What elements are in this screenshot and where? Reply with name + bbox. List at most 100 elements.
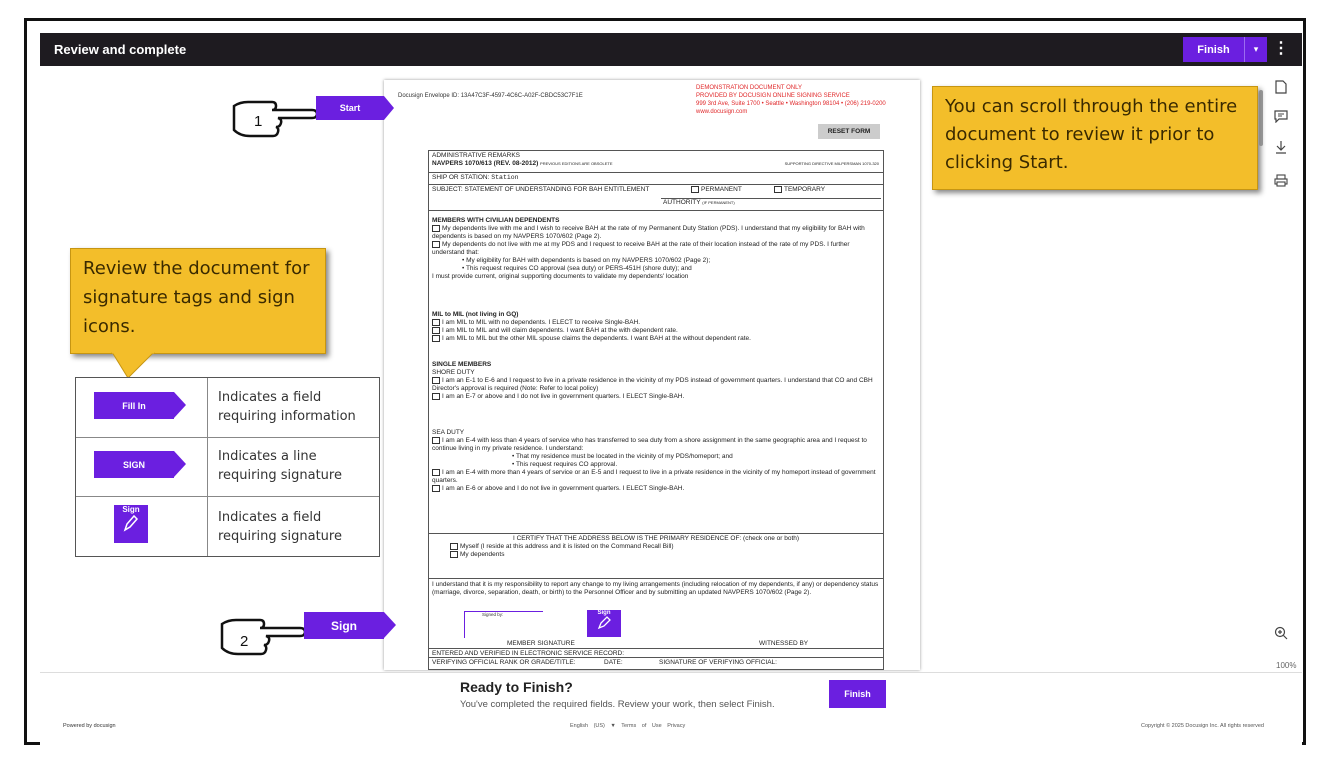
- supporting-directive: SUPPORTING DIRECTIVE MILPERSMAN 1070-320: [784, 161, 879, 166]
- form-code-note: PREVIOUS EDITIONS ARE OBSOLETE: [540, 161, 613, 166]
- pointing-hand-icon: 2: [220, 618, 304, 656]
- option-text: I am MIL to MIL with no dependents. I EL…: [442, 319, 641, 327]
- tag-legend: Fill In Indicates a field requiring info…: [75, 377, 380, 557]
- checkbox[interactable]: [450, 551, 458, 559]
- demo-notice: DEMONSTRATION DOCUMENT ONLY PROVIDED BY …: [696, 84, 920, 116]
- checkbox[interactable]: [432, 485, 440, 493]
- step-number: 2: [240, 633, 248, 650]
- entered-label: ENTERED AND VERIFIED IN ELECTRONIC SERVI…: [429, 649, 883, 658]
- demo-line: PROVIDED BY DOCUSIGN ONLINE SIGNING SERV…: [696, 93, 850, 99]
- bullet-text: • This request requires CO approval.: [512, 461, 618, 469]
- comment-icon[interactable]: [1273, 110, 1289, 126]
- section-single-members: SINGLE MEMBERS SHORE DUTY I am an E-1 to…: [432, 361, 880, 401]
- checkbox[interactable]: [432, 437, 440, 444]
- checkbox[interactable]: [432, 469, 440, 477]
- legend-description: Indicates a line requiring signature: [218, 449, 342, 483]
- option-text: I am an E-4 with less than 4 years of se…: [432, 437, 867, 453]
- checkbox[interactable]: [432, 327, 440, 335]
- checkbox[interactable]: [432, 377, 440, 384]
- verifying-label: VERIFYING OFFICIAL RANK OR GRADE/TITLE:: [432, 659, 576, 666]
- bullet-text: • My eligibility for BAH with dependents…: [462, 257, 711, 265]
- print-icon[interactable]: [1273, 174, 1289, 190]
- finish-button-top[interactable]: Finish: [1183, 37, 1245, 62]
- navpers-form: ADMINISTRATIVE REMARKS NAVPERS 1070/613 …: [428, 150, 884, 670]
- legend-row: SIGN Indicates a line requiring signatur…: [76, 437, 379, 497]
- sign-icon-label: Sign: [122, 505, 140, 514]
- ready-title: Ready to Finish?: [460, 679, 573, 695]
- section-mil-to-mil: MIL to MIL (not living in GQ) I am MIL t…: [432, 311, 880, 344]
- sign-here-icon[interactable]: Sign: [587, 610, 621, 637]
- more-options-icon[interactable]: ⋮: [1273, 39, 1289, 59]
- temporary-label: TEMPORARY: [784, 186, 826, 194]
- signed-by-label: Signed by:: [482, 612, 504, 617]
- date-label: DATE:: [604, 659, 623, 666]
- bullet-text: • That my residence must be located in t…: [512, 453, 733, 461]
- permanent-label: PERMANENT: [701, 186, 742, 194]
- zoom-in-icon[interactable]: [1273, 626, 1289, 642]
- legend-divider: [207, 378, 208, 556]
- signature-field[interactable]: [464, 611, 543, 638]
- option-text: I must provide current, original support…: [432, 273, 689, 281]
- pen-icon: [597, 616, 611, 630]
- option-text: My dependents: [460, 551, 505, 559]
- sign-tag[interactable]: Sign: [304, 612, 396, 639]
- envelope-id: Docusign Envelope ID: 13A47C3F-4597-4C6C…: [398, 93, 583, 99]
- permanent-checkbox[interactable]: [691, 186, 699, 193]
- document-page[interactable]: Docusign Envelope ID: 13A47C3F-4597-4C6C…: [384, 80, 920, 670]
- checkbox[interactable]: [432, 225, 440, 232]
- option-text: I am MIL to MIL and will claim dependent…: [442, 327, 678, 335]
- option-text: I am an E-1 to E-6 and I request to live…: [432, 377, 873, 393]
- certify-text: I CERTIFY THAT THE ADDRESS BELOW IS THE …: [512, 535, 800, 542]
- right-toolbar: [1265, 70, 1299, 680]
- sign-line-tag: SIGN: [94, 451, 186, 478]
- finish-button-bottom[interactable]: Finish: [829, 680, 886, 708]
- section-heading: MIL to MIL (not living in GQ): [432, 311, 519, 318]
- checkbox[interactable]: [432, 393, 440, 401]
- checkbox[interactable]: [450, 543, 458, 550]
- ready-subtitle: You've completed the required fields. Re…: [460, 699, 775, 710]
- form-title: ADMINISTRATIVE REMARKS: [432, 152, 521, 159]
- responsibility-text: I understand that it is my responsibilit…: [432, 581, 879, 596]
- checkbox[interactable]: [432, 241, 440, 249]
- temporary-checkbox[interactable]: [774, 186, 782, 193]
- pen-icon: [123, 514, 139, 532]
- powered-by: Powered by docusign: [63, 723, 116, 729]
- pointing-hand-icon: 1: [232, 100, 316, 138]
- verifying-signature-label: SIGNATURE OF VERIFYING OFFICIAL:: [659, 659, 777, 666]
- copyright: Copyright © 2025 Docusign Inc. All right…: [1141, 723, 1264, 729]
- ship-field[interactable]: Station: [491, 174, 518, 181]
- legend-row: Fill In Indicates a field requiring info…: [76, 378, 379, 438]
- finish-dropdown-button[interactable]: ▾: [1245, 37, 1267, 62]
- step-number: 1: [254, 113, 262, 130]
- section-heading: MEMBERS WITH CIVILIAN DEPENDENTS: [432, 217, 560, 224]
- scroll-callout: You can scroll through the entire docume…: [932, 86, 1258, 190]
- fill-in-tag: Fill In: [94, 392, 186, 419]
- section-sea-duty: SEA DUTY I am an E-4 with less than 4 ye…: [432, 429, 880, 494]
- sign-field-icon: Sign: [114, 505, 148, 543]
- member-signature-label: MEMBER SIGNATURE: [507, 640, 575, 647]
- option-text: Myself (I reside at this address and it …: [460, 543, 674, 551]
- section-heading: SINGLE MEMBERS: [432, 361, 492, 368]
- document-icon[interactable]: [1273, 80, 1289, 96]
- footer-links[interactable]: English (US) ▼ Terms of Use Privacy: [570, 723, 685, 729]
- legend-description: Indicates a field requiring signature: [218, 510, 342, 544]
- reset-form-button[interactable]: RESET FORM: [818, 124, 880, 139]
- zoom-level: 100%: [1276, 661, 1297, 670]
- demo-line: 999 3rd Ave, Suite 1700 • Seattle • Wash…: [696, 101, 886, 107]
- demo-line: DEMONSTRATION DOCUMENT ONLY: [696, 85, 803, 91]
- start-tag[interactable]: Start: [316, 96, 394, 120]
- option-text: My dependents live with me and I wish to…: [432, 225, 865, 241]
- ship-label: SHIP OR STATION:: [432, 174, 490, 181]
- document-scrollbar[interactable]: [1259, 90, 1263, 146]
- option-text: I am an E-7 or above and I do not live i…: [442, 393, 685, 401]
- download-icon[interactable]: [1273, 140, 1289, 156]
- checkbox[interactable]: [432, 319, 440, 326]
- form-code: NAVPERS 1070/613 (REV. 08-2012): [432, 160, 539, 167]
- authority-note: (IF PERMANENT): [702, 200, 735, 205]
- review-callout: Review the document for signature tags a…: [70, 248, 326, 354]
- section-civilian-dependents: MEMBERS WITH CIVILIAN DEPENDENTS My depe…: [432, 217, 880, 281]
- checkbox[interactable]: [432, 335, 440, 343]
- demo-line: www.docusign.com: [696, 109, 748, 115]
- legend-description: Indicates a field requiring information: [218, 390, 356, 424]
- callout-pointer: [111, 352, 155, 379]
